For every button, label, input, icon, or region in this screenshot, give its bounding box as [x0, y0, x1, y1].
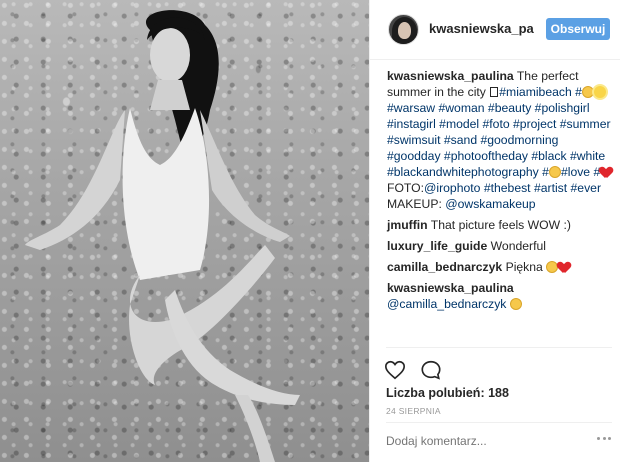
divider — [386, 422, 612, 423]
hashtag-emoji[interactable]: # — [575, 85, 582, 99]
smiling-face-icon — [581, 86, 594, 98]
hashtag-miamibeach[interactable]: #miamibeach — [499, 85, 571, 99]
post-date: 24 SIERPNIA — [386, 406, 441, 416]
comment-username[interactable]: kwasniewska_paulina — [387, 281, 514, 295]
comments-list: kwasniewska_paulina The perfect summer i… — [387, 68, 613, 317]
speech-bubble-icon[interactable] — [420, 359, 442, 381]
grinning-face-icon — [548, 166, 561, 178]
comment-username[interactable]: jmuffin — [387, 218, 428, 232]
dot — [602, 437, 606, 440]
sun-icon — [593, 86, 606, 98]
caption-username[interactable]: kwasniewska_paulina — [387, 69, 514, 83]
red-heart-icon — [558, 262, 570, 273]
dot — [608, 437, 611, 440]
comment-item: kwasniewska_paulina @camilla_bednarczyk — [387, 280, 613, 312]
action-bar — [384, 359, 442, 381]
comment-text: That picture feels WOW :) — [430, 218, 571, 232]
caption-makeup-label: MAKEUP: — [387, 197, 442, 211]
comment-text: Wonderful — [490, 239, 546, 253]
comment-text: Piękna — [505, 260, 543, 274]
mention-owskamakeup[interactable]: @owskamakeup — [445, 197, 535, 211]
avatar-face — [398, 22, 411, 39]
mention-camilla[interactable]: @camilla_bednarczyk — [387, 297, 506, 311]
comment-item: luxury_life_guide Wonderful — [387, 238, 613, 254]
caption: kwasniewska_paulina The perfect summer i… — [387, 68, 613, 212]
follow-button[interactable]: Obserwuj — [546, 18, 610, 40]
caption-foto-label: FOTO: — [387, 181, 425, 195]
heart-icon[interactable] — [384, 359, 406, 381]
hashtag-love[interactable]: #love # — [561, 165, 600, 179]
avatar[interactable] — [388, 14, 419, 45]
caption-foto-tags[interactable]: @irophoto #thebest #artist #ever — [424, 181, 601, 195]
post-author-username[interactable]: kwasniewska_paulina — [429, 21, 534, 36]
comment-username[interactable]: camilla_bednarczyk — [387, 260, 502, 274]
dot — [597, 437, 600, 440]
unknown-glyph-icon — [490, 87, 499, 97]
post-header: kwasniewska_paulina Obserwuj — [370, 0, 620, 60]
post-photo[interactable] — [0, 0, 369, 462]
comment-item: jmuffin That picture feels WOW :) — [387, 217, 613, 233]
comment-username[interactable]: luxury_life_guide — [387, 239, 487, 253]
more-options-icon[interactable] — [597, 437, 611, 443]
add-comment-input[interactable] — [386, 434, 586, 448]
comment-item: camilla_bednarczyk Piękna — [387, 259, 613, 275]
likes-count[interactable]: Liczba polubień: 188 — [386, 386, 509, 400]
divider — [386, 347, 612, 348]
red-heart-icon — [600, 167, 612, 178]
woman-silhouette — [25, 10, 300, 462]
winking-face-icon — [509, 298, 522, 310]
